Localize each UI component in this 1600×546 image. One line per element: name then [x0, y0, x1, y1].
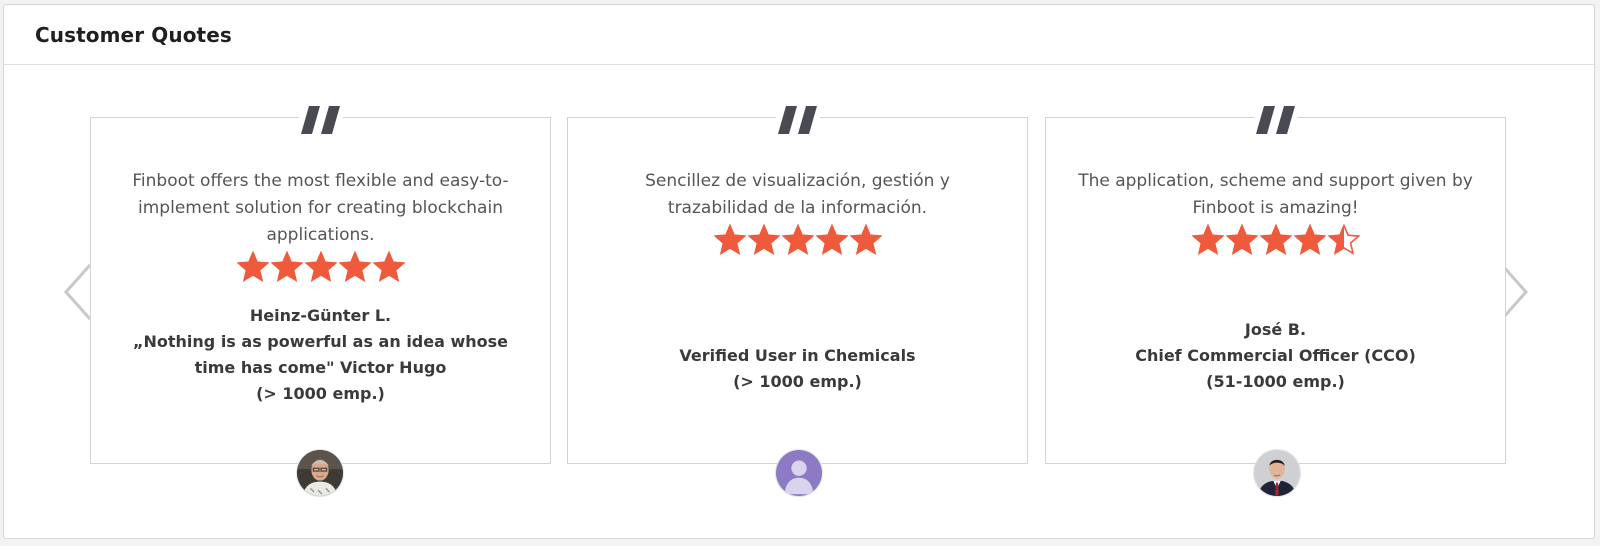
star-rating [91, 251, 550, 282]
company-size: (> 1000 emp.) [256, 384, 385, 403]
author-info: Verified User in Chemicals (> 1000 emp.) [588, 343, 1007, 395]
star-filled-icon [849, 224, 882, 255]
star-filled-icon [372, 251, 405, 282]
star-rating [568, 224, 1027, 255]
person-photo-avatar [296, 449, 344, 497]
quote-mark-icon [775, 105, 820, 135]
quote-mark-icon [298, 105, 343, 135]
author-info: Heinz-Günter L. „Nothing is as powerful … [111, 303, 530, 407]
star-filled-icon [304, 251, 337, 282]
quote-text: The application, scheme and support give… [1078, 171, 1473, 218]
author-title: „Nothing is as powerful as an idea whose… [132, 332, 509, 377]
star-filled-icon [1191, 224, 1224, 255]
star-half-icon [1327, 224, 1360, 255]
quote-text: Finboot offers the most flexible and eas… [132, 171, 509, 245]
person-photo-avatar [1253, 449, 1301, 497]
author-name: Verified User in Chemicals [679, 346, 916, 365]
star-filled-icon [338, 251, 371, 282]
quote-mark-icon [1253, 105, 1298, 135]
company-size: (> 1000 emp.) [733, 372, 862, 391]
quote-text: Sencillez de visualización, gestión y tr… [645, 171, 950, 218]
star-filled-icon [713, 224, 746, 255]
testimonial-card: The application, scheme and support give… [1045, 105, 1506, 464]
author-name: Heinz-Günter L. [249, 306, 392, 325]
author-title: Chief Commercial Officer (CCO) [1135, 346, 1416, 365]
panel-title: Customer Quotes [35, 22, 232, 47]
star-filled-icon [236, 251, 269, 282]
author-info: José B. Chief Commercial Officer (CCO) (… [1066, 317, 1485, 395]
star-filled-icon [781, 224, 814, 255]
panel-header: Customer Quotes [4, 5, 1594, 65]
star-filled-icon [1225, 224, 1258, 255]
testimonial-card: Finboot offers the most flexible and eas… [90, 105, 551, 464]
star-filled-icon [270, 251, 303, 282]
star-filled-icon [1259, 224, 1292, 255]
company-size: (51-1000 emp.) [1206, 372, 1345, 391]
testimonial-card: Sencillez de visualización, gestión y tr… [567, 105, 1028, 464]
star-filled-icon [1293, 224, 1326, 255]
generic-user-avatar [775, 449, 823, 497]
star-filled-icon [815, 224, 848, 255]
star-rating [1046, 224, 1505, 255]
star-filled-icon [747, 224, 780, 255]
author-name: José B. [1244, 320, 1307, 339]
